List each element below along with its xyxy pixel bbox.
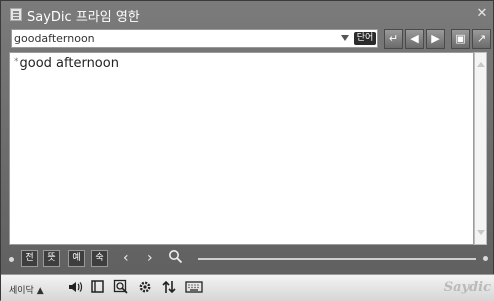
scroll-down-icon[interactable]: [477, 230, 485, 235]
speaker-icon[interactable]: [67, 279, 83, 300]
gear-icon[interactable]: [137, 279, 153, 300]
headword: good afternoon: [19, 56, 119, 71]
dictionary-window: SayDic 프라임 영한 ✕ 단어 ↵ ◀ ▶ ▣ ↗ *good after…: [0, 0, 494, 301]
search-combobox[interactable]: 단어: [11, 29, 378, 48]
search-doc-icon[interactable]: [113, 279, 129, 300]
example-button[interactable]: 예: [68, 250, 85, 267]
bottom-toolbar: 전 뜻 예 숙 ‹ ›: [1, 248, 494, 270]
view-all-button[interactable]: 전: [21, 250, 38, 267]
search-row: 단어 ↵ ◀ ▶ ▣ ↗: [1, 28, 494, 52]
panel-button[interactable]: ▣: [451, 29, 470, 49]
mode-badge[interactable]: 단어: [354, 32, 376, 45]
search-icon[interactable]: [168, 249, 183, 269]
status-bar: 세이닥 ▲ Saydic: [1, 274, 494, 301]
forward-button[interactable]: ▶: [426, 29, 445, 49]
headword-entry[interactable]: *good afternoon: [14, 56, 119, 71]
entry-mark: *: [14, 57, 19, 67]
meaning-button[interactable]: 뜻: [43, 250, 60, 267]
title-bar[interactable]: SayDic 프라임 영한 ✕: [1, 1, 494, 27]
book-icon[interactable]: [90, 279, 105, 299]
toolbar-end-grip[interactable]: [483, 256, 488, 261]
search-input[interactable]: [12, 30, 337, 47]
saydic-menu[interactable]: 세이닥 ▲: [9, 283, 44, 296]
sort-icon[interactable]: [161, 279, 177, 300]
vertical-scrollbar[interactable]: [474, 52, 487, 245]
next-button[interactable]: ›: [147, 249, 153, 267]
result-panel: *good afternoon: [9, 52, 474, 245]
chevron-down-icon[interactable]: [341, 35, 349, 41]
keyboard-icon[interactable]: [185, 279, 203, 300]
window-title: SayDic 프라임 영한: [27, 10, 140, 25]
toolbar-slider[interactable]: [198, 258, 476, 260]
app-icon: [10, 8, 22, 21]
brand-logo: Saydic: [443, 280, 491, 295]
back-button[interactable]: ◀: [405, 29, 424, 49]
scroll-up-icon[interactable]: [477, 62, 485, 67]
resize-button[interactable]: ↗: [472, 29, 491, 49]
close-button[interactable]: ✕: [475, 7, 489, 21]
toolbar-grip[interactable]: [9, 257, 14, 262]
idiom-button[interactable]: 숙: [91, 250, 108, 267]
prev-button[interactable]: ‹: [123, 249, 129, 267]
enter-button[interactable]: ↵: [384, 29, 403, 49]
